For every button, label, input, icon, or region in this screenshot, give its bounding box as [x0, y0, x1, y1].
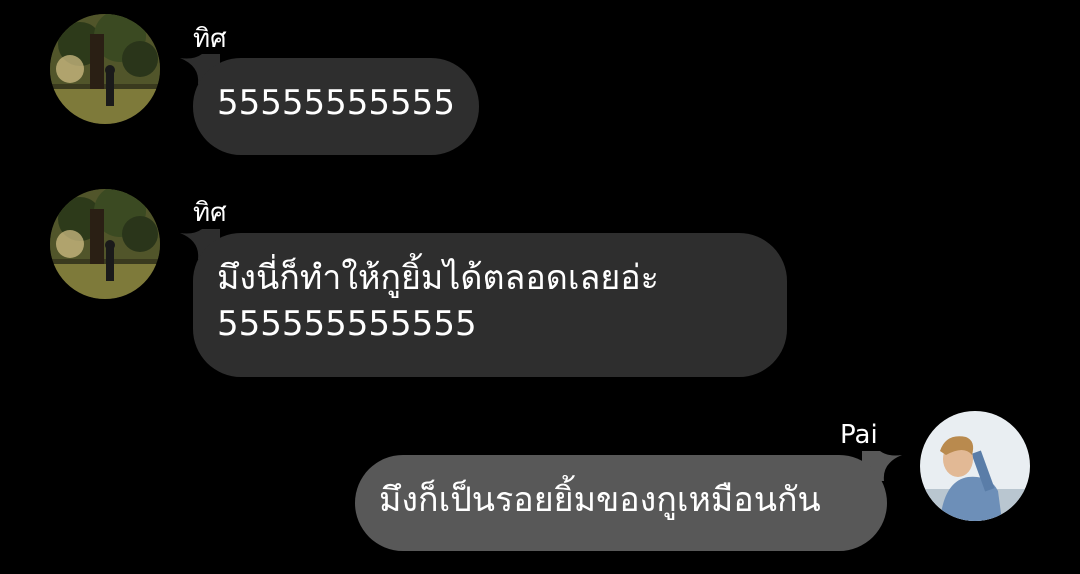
message-bubble-outgoing[interactable]: มึงก็เป็นรอยยิ้มของกูเหมือนกัน: [355, 455, 887, 551]
message-bubble-incoming[interactable]: มึงนี่ก็ทำให้กูยิ้มได้ตลอดเลยอ่ะ 5555555…: [193, 233, 787, 377]
sender-avatar[interactable]: [50, 14, 160, 124]
sender-avatar[interactable]: [50, 189, 160, 299]
avatar-photo-icon: [50, 189, 160, 299]
message-text: มึงก็เป็นรอยยิ้มของกูเหมือนกัน: [379, 480, 821, 520]
sender-name: ทิศ: [193, 198, 227, 228]
sender-name: ทิศ: [193, 24, 227, 54]
sender-name: Pai: [840, 420, 878, 450]
avatar-photo-icon: [920, 411, 1030, 521]
message-text: มึงนี่ก็ทำให้กูยิ้มได้ตลอดเลยอ่ะ: [217, 258, 659, 298]
sender-avatar[interactable]: [920, 411, 1030, 521]
message-text: 55555555555: [217, 83, 455, 123]
message-text: 555555555555: [217, 304, 477, 344]
avatar-photo-icon: [50, 14, 160, 124]
message-bubble-incoming[interactable]: 55555555555: [193, 58, 479, 155]
